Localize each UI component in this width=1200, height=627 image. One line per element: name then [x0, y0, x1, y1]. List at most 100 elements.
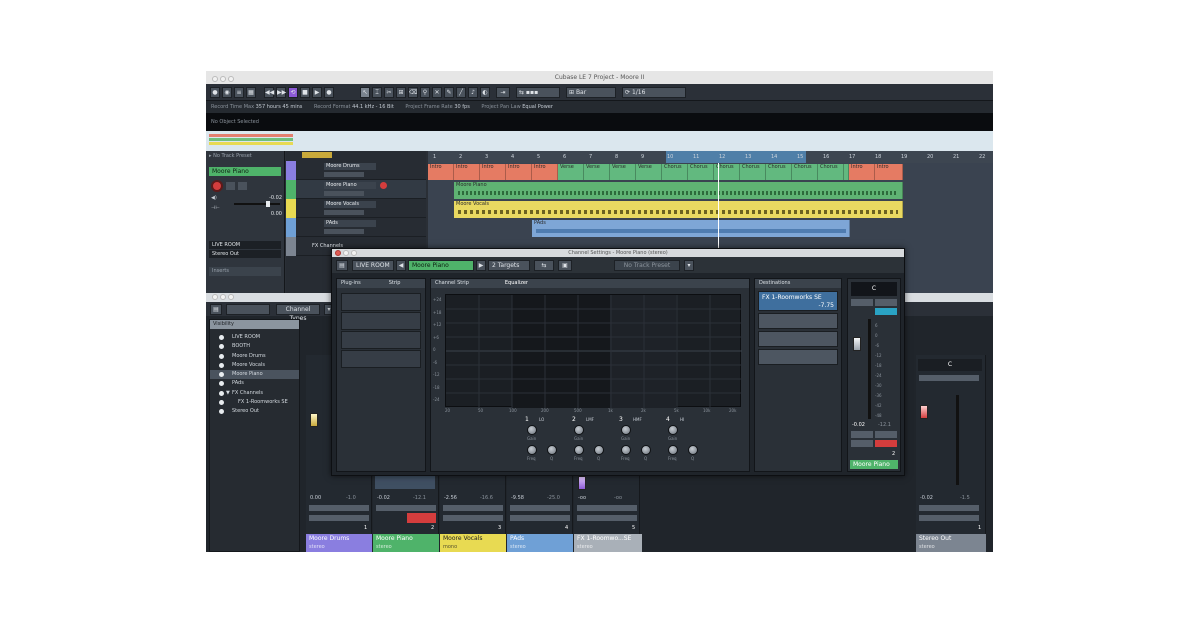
- automation-icon[interactable]: ≡: [234, 87, 244, 98]
- input-routing-button[interactable]: LIVE ROOM: [352, 260, 394, 271]
- listen-edit-buttons[interactable]: [309, 515, 369, 521]
- channel-types-button[interactable]: Channel Types: [276, 304, 320, 322]
- cycle-button[interactable]: ⟲: [288, 87, 298, 98]
- record-button[interactable]: [875, 440, 897, 447]
- channel-fader[interactable]: [578, 476, 586, 490]
- volume-value[interactable]: -0.02: [262, 195, 282, 201]
- visibility-dot-icon[interactable]: [219, 372, 224, 378]
- eq-curve-display[interactable]: [445, 294, 742, 408]
- channel-fader[interactable]: [853, 337, 861, 351]
- mute-solo-buttons[interactable]: [577, 505, 637, 511]
- visibility-dot-icon[interactable]: [219, 353, 224, 359]
- visibility-dot-icon[interactable]: [219, 381, 224, 387]
- stereo-out-volume[interactable]: -0.02: [920, 495, 933, 501]
- drum-part[interactable]: Chorus: [662, 164, 688, 180]
- close-dot[interactable]: [335, 250, 341, 256]
- info-value[interactable]: 357 hours 45 mins: [256, 104, 303, 110]
- mixer-window-controls[interactable]: [212, 294, 236, 302]
- erase-tool-icon[interactable]: ⌫: [408, 87, 418, 98]
- channel-name-label[interactable]: Moore Vocals mono: [440, 534, 506, 552]
- channel-name-label[interactable]: PAds stereo: [507, 534, 573, 552]
- mute-solo-buttons[interactable]: [309, 505, 369, 511]
- channel-name-label[interactable]: FX 1-Roomwo...SE stereo: [574, 534, 642, 552]
- drum-part[interactable]: Chorus: [740, 164, 766, 180]
- drum-part[interactable]: Intro: [532, 164, 558, 180]
- visibility-item[interactable]: ▼ FX Channels: [210, 389, 299, 398]
- channel-fader[interactable]: [310, 413, 318, 427]
- inspector-track-name[interactable]: Moore Piano: [209, 167, 281, 176]
- track-row[interactable]: PAds: [286, 218, 426, 237]
- forward-button[interactable]: ▶▶: [276, 87, 286, 98]
- output-routing-select[interactable]: Stereo Out: [209, 250, 281, 258]
- autoscroll-icon[interactable]: ⇥: [496, 87, 510, 98]
- visibility-dot-icon[interactable]: [219, 344, 224, 350]
- strip-name[interactable]: Moore Piano: [850, 460, 898, 469]
- drum-part[interactable]: Chorus: [688, 164, 714, 180]
- next-channel-icon[interactable]: ▶: [476, 260, 486, 271]
- drum-part[interactable]: Intro: [428, 164, 454, 180]
- visibility-item[interactable]: FX 1-Roomworks SE: [210, 398, 299, 407]
- mute-tool-icon[interactable]: ✕: [432, 87, 442, 98]
- channel-strip-tab[interactable]: Channel Strip: [435, 280, 469, 286]
- info-value[interactable]: 44.1 kHz - 16 Bit: [352, 104, 394, 110]
- zoom-tool-icon[interactable]: ⚲: [420, 87, 430, 98]
- info-value[interactable]: Equal Power: [522, 104, 553, 110]
- preset-menu-icon[interactable]: ▾: [684, 260, 694, 271]
- track-controls[interactable]: [324, 210, 364, 215]
- listen-button[interactable]: [875, 308, 897, 315]
- visibility-dot-icon[interactable]: [219, 362, 224, 368]
- plugins-tab[interactable]: Plug-ins: [341, 280, 361, 286]
- record-enable-button[interactable]: [211, 180, 223, 192]
- channel-volume[interactable]: -0.02: [377, 495, 390, 501]
- send-slot[interactable]: [758, 331, 838, 347]
- stereo-out-label[interactable]: Stereo Out stereo: [916, 534, 986, 552]
- track-name[interactable]: Moore Vocals: [324, 201, 376, 208]
- track-record-button[interactable]: [380, 182, 387, 189]
- visibility-item-selected[interactable]: Moore Piano: [210, 370, 299, 380]
- strip-volume[interactable]: -0.02: [852, 422, 865, 428]
- eq-band-type[interactable]: HMF: [633, 417, 642, 422]
- mute-solo-buttons[interactable]: [376, 505, 436, 511]
- eq-freq-knob[interactable]: [621, 445, 631, 455]
- visibility-item[interactable]: Moore Drums: [210, 352, 299, 361]
- monitor-icon[interactable]: ◉: [222, 87, 232, 98]
- drum-part[interactable]: Chorus: [818, 164, 844, 180]
- input-routing-select[interactable]: LIVE ROOM: [209, 241, 281, 249]
- visibility-item[interactable]: PAds: [210, 379, 299, 388]
- minimize-dot[interactable]: [220, 294, 226, 300]
- track-row[interactable]: Moore Piano: [286, 180, 426, 199]
- previous-channel-icon[interactable]: ◀: [396, 260, 406, 271]
- stereo-out-buttons[interactable]: [919, 505, 979, 511]
- split-tool-icon[interactable]: ✂: [384, 87, 394, 98]
- track-name[interactable]: Moore Drums: [324, 163, 376, 170]
- play-button[interactable]: ▶: [312, 87, 322, 98]
- drum-part[interactable]: Intro: [849, 164, 875, 180]
- mute-button[interactable]: [238, 182, 247, 190]
- zoom-dot[interactable]: [228, 294, 234, 300]
- monitor-button[interactable]: [875, 431, 897, 438]
- snap-mode-select[interactable]: ⇆ ▪▪▪: [516, 87, 560, 98]
- eq-band-type[interactable]: LO: [539, 417, 544, 422]
- eq-q-knob[interactable]: [641, 445, 651, 455]
- drum-part[interactable]: Verse: [584, 164, 610, 180]
- read-button[interactable]: [851, 440, 873, 447]
- eq-gain-knob[interactable]: [527, 425, 537, 435]
- eq-q-knob[interactable]: [688, 445, 698, 455]
- listen-edit-buttons[interactable]: [510, 515, 570, 521]
- close-dot[interactable]: [212, 76, 218, 82]
- range-tool-icon[interactable]: ⌶: [372, 87, 382, 98]
- track-preset-select[interactable]: No Track Preset: [614, 260, 680, 271]
- rack-icon[interactable]: ▣: [558, 260, 572, 271]
- inserts-section[interactable]: Inserts: [209, 267, 281, 276]
- drum-part[interactable]: Chorus: [766, 164, 792, 180]
- stereo-out-buttons-2[interactable]: [919, 515, 979, 521]
- channel-name-field[interactable]: Moore Piano: [408, 260, 474, 271]
- stereo-out-fader[interactable]: [920, 405, 928, 419]
- pads-part[interactable]: PAds: [532, 220, 850, 237]
- play-tool-icon[interactable]: ♪: [468, 87, 478, 98]
- pan-control[interactable]: C: [851, 282, 897, 296]
- track-name[interactable]: Moore Piano: [324, 182, 376, 189]
- volume-slider[interactable]: [234, 203, 280, 205]
- destinations-tab[interactable]: Destinations: [759, 280, 790, 286]
- minimize-dot[interactable]: [220, 76, 226, 82]
